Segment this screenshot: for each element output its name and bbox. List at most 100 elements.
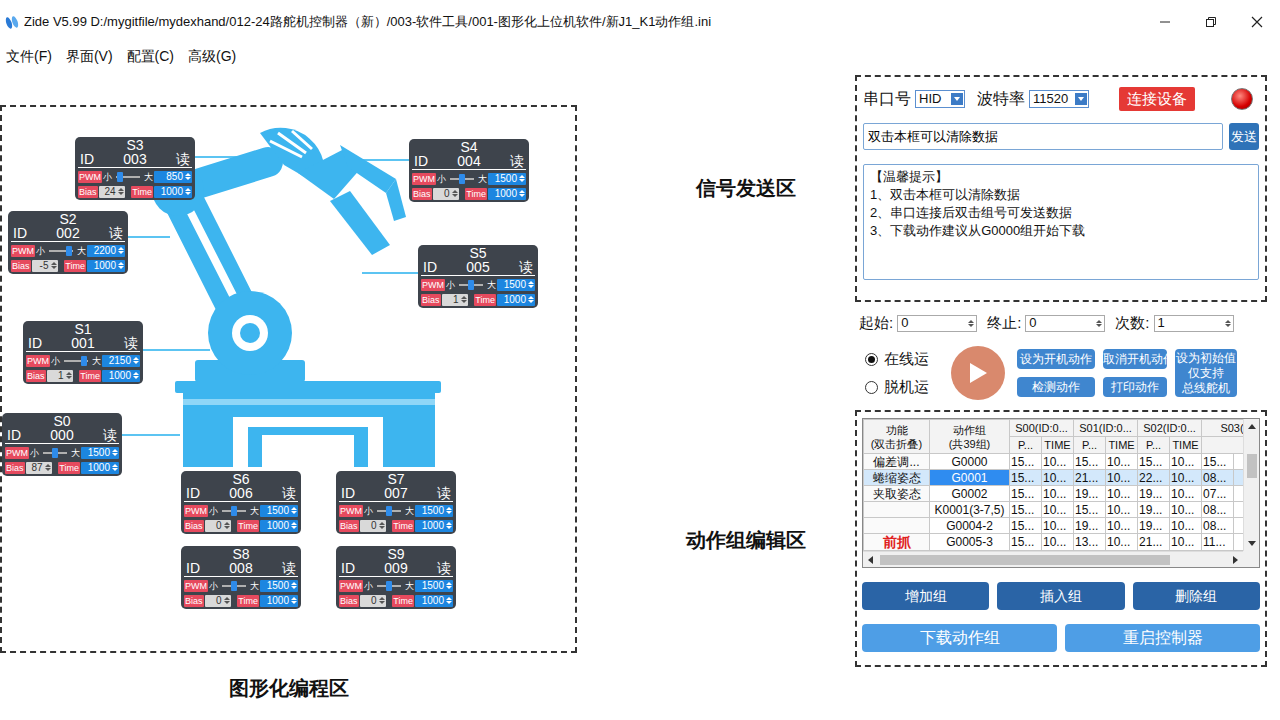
table-row[interactable]: G0004-215...10...19...10...19...10...08.… <box>864 518 1244 534</box>
subheader-cell[interactable]: TIME <box>1170 437 1202 454</box>
spin-down-icon[interactable] <box>118 266 124 269</box>
time-field[interactable]: 1000 <box>81 462 119 474</box>
value-cell[interactable]: 10... <box>1106 534 1138 551</box>
time-value[interactable]: 1000 <box>495 188 517 200</box>
read-button[interactable]: 读 <box>176 152 190 167</box>
pwm-slider[interactable] <box>222 585 246 587</box>
bias-field[interactable]: -5 <box>32 260 58 272</box>
time-value[interactable]: 1000 <box>422 520 444 532</box>
value-cell[interactable]: 10... <box>1106 454 1138 470</box>
slider-thumb[interactable] <box>66 246 72 256</box>
read-button[interactable]: 读 <box>437 561 451 576</box>
spin-down-icon[interactable] <box>118 192 124 195</box>
dropdown-arrow-icon[interactable] <box>951 93 963 105</box>
spinner-icon[interactable] <box>118 262 124 269</box>
spin-up-icon[interactable] <box>528 281 534 284</box>
value-cell[interactable]: 07... <box>1202 486 1234 502</box>
pwm-field[interactable]: 850 <box>154 171 192 183</box>
time-value[interactable]: 1000 <box>88 462 110 474</box>
spinner-icon[interactable] <box>452 190 458 197</box>
slider-thumb[interactable] <box>468 280 474 290</box>
connect-button[interactable]: 连接设备 <box>1119 87 1195 111</box>
value-cell[interactable]: 10... <box>1170 486 1202 502</box>
bias-field[interactable]: 0 <box>205 595 231 607</box>
value-cell[interactable]: 15... <box>1010 470 1042 486</box>
spin-up-icon[interactable] <box>51 262 57 265</box>
spin-down-icon[interactable] <box>291 586 297 589</box>
bias-value[interactable]: 0 <box>216 595 222 607</box>
time-value[interactable]: 1000 <box>94 260 116 272</box>
pwm-value[interactable]: 1500 <box>422 580 444 592</box>
value-cell[interactable]: 11... <box>1202 534 1234 551</box>
bias-value[interactable]: 87 <box>31 462 42 474</box>
value-cell[interactable]: 15... <box>1074 502 1106 518</box>
bias-field[interactable]: 0 <box>433 188 459 200</box>
value-cell[interactable]: 10... <box>1042 502 1074 518</box>
spinner-icon[interactable] <box>112 449 118 456</box>
spin-down-icon[interactable] <box>66 376 72 379</box>
counter-field[interactable]: 1 <box>1154 315 1234 332</box>
spin-up-icon[interactable] <box>1096 320 1102 323</box>
slider-thumb[interactable] <box>81 356 87 366</box>
pwm-value[interactable]: 1500 <box>88 447 110 459</box>
dropdown-arrow-icon[interactable] <box>1075 93 1087 105</box>
bias-value[interactable]: 0 <box>216 520 222 532</box>
function-header[interactable]: 功能(双击折叠) <box>864 420 930 454</box>
pwm-field[interactable]: 1500 <box>260 580 298 592</box>
value-cell[interactable]: 21... <box>1138 534 1170 551</box>
bias-field[interactable]: 0 <box>205 520 231 532</box>
value-cell[interactable]: 15... <box>1010 502 1042 518</box>
counter-field[interactable]: 0 <box>1025 315 1105 332</box>
group-button[interactable]: 插入组 <box>997 582 1124 610</box>
spin-down-icon[interactable] <box>224 526 230 529</box>
spinner-icon[interactable] <box>112 464 118 471</box>
spin-down-icon[interactable] <box>133 376 139 379</box>
value-cell[interactable]: 19... <box>1138 486 1170 502</box>
servo-header[interactable]: S00(ID:0... <box>1010 420 1074 437</box>
counter-field[interactable]: 0 <box>897 315 977 332</box>
time-field[interactable]: 1000 <box>488 188 526 200</box>
pwm-value[interactable]: 1500 <box>267 580 289 592</box>
time-value[interactable]: 1000 <box>161 186 183 198</box>
spin-up-icon[interactable] <box>519 190 525 193</box>
baud-value[interactable]: 11520 <box>1033 89 1068 109</box>
spin-up-icon[interactable] <box>379 597 385 600</box>
table-row[interactable]: 夹取姿态G000215...10...19...10...19...10...0… <box>864 486 1244 502</box>
bias-value[interactable]: -5 <box>40 260 49 272</box>
spinner-icon[interactable] <box>461 296 467 303</box>
table-row[interactable]: 前抓G0005-315...10...13...10...21...10...1… <box>864 534 1244 551</box>
scroll-thumb[interactable] <box>880 555 1170 565</box>
pwm-slider[interactable] <box>64 360 88 362</box>
group-button[interactable]: 增加组 <box>862 582 989 610</box>
pwm-value[interactable]: 1500 <box>504 279 526 291</box>
port-select[interactable]: HID <box>915 90 965 108</box>
spinner-icon[interactable] <box>968 320 974 327</box>
port-value[interactable]: HID <box>919 89 941 109</box>
button-line[interactable]: 设为初始值 <box>1175 351 1237 366</box>
spin-down-icon[interactable] <box>519 179 525 182</box>
spin-up-icon[interactable] <box>112 464 118 467</box>
spinner-icon[interactable] <box>446 522 452 529</box>
group-cell[interactable]: G0005-3 <box>930 534 1010 551</box>
spin-down-icon[interactable] <box>185 177 191 180</box>
bottom-button[interactable]: 下载动作组 <box>862 624 1057 652</box>
spinner-icon[interactable] <box>45 464 51 471</box>
subheader-cell[interactable]: TIME <box>1042 437 1074 454</box>
counter-value[interactable]: 0 <box>901 313 908 333</box>
pwm-field[interactable]: 2150 <box>102 355 140 367</box>
spin-down-icon[interactable] <box>528 285 534 288</box>
spin-up-icon[interactable] <box>291 507 297 510</box>
value-cell[interactable]: 10... <box>1042 518 1074 534</box>
bias-field[interactable]: 87 <box>26 462 52 474</box>
group-cell[interactable]: G0004-2 <box>930 518 1010 534</box>
spin-down-icon[interactable] <box>112 453 118 456</box>
spinner-icon[interactable] <box>133 357 139 364</box>
value-cell[interactable]: 21... <box>1074 470 1106 486</box>
spin-down-icon[interactable] <box>291 601 297 604</box>
value-cell[interactable]: 10... <box>1170 502 1202 518</box>
value-cell[interactable]: 10... <box>1106 486 1138 502</box>
spin-down-icon[interactable] <box>452 194 458 197</box>
subheader-cell[interactable]: P... <box>1074 437 1106 454</box>
triangle-up-icon[interactable] <box>1248 424 1256 429</box>
spin-down-icon[interactable] <box>133 361 139 364</box>
